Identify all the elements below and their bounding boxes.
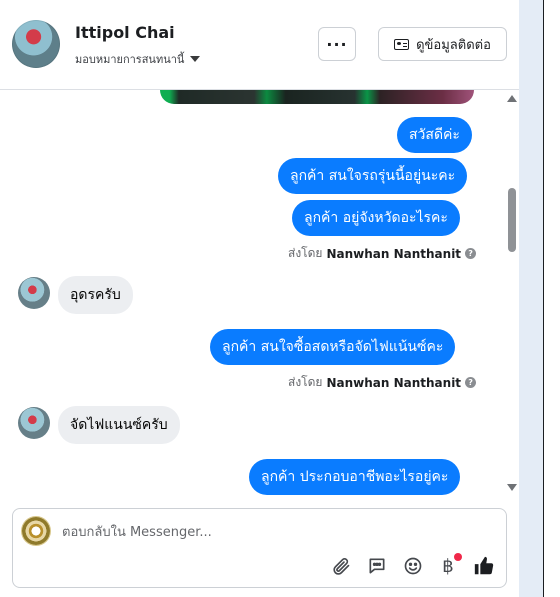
baht-icon[interactable]: ฿ bbox=[436, 553, 462, 578]
contact-avatar[interactable] bbox=[12, 20, 60, 68]
assign-conversation-dropdown[interactable]: มอบหมายการสนทนานี้ bbox=[75, 50, 201, 68]
sent-by-name: Nanwhan Nanthanit bbox=[326, 375, 462, 390]
contact-avatar-small[interactable] bbox=[18, 277, 50, 309]
sent-by-name: Nanwhan Nanthanit bbox=[326, 246, 462, 261]
info-icon[interactable]: ? bbox=[465, 377, 477, 388]
caret-down-icon bbox=[190, 56, 201, 62]
assign-label: มอบหมายการสนทนานี้ bbox=[75, 53, 185, 66]
message-outgoing[interactable]: ลูกค้า อยู่จังหวัดอะไรคะ bbox=[292, 200, 460, 236]
sent-by-label: ส่งโดย Nanwhan Nanthanit ? bbox=[288, 373, 477, 392]
message-outgoing[interactable]: ลูกค้า ประกอบอาชีพอะไรอยู่คะ bbox=[249, 459, 461, 495]
paperclip-icon[interactable] bbox=[329, 554, 353, 578]
reply-input[interactable] bbox=[62, 523, 482, 541]
scroll-down-arrow[interactable] bbox=[507, 484, 517, 491]
message-outgoing[interactable]: ลูกค้า สนใจรถรุ่นนี้อยู่นะคะ bbox=[278, 158, 468, 194]
outer-scroll-region bbox=[544, 0, 560, 597]
sent-by-prefix: ส่งโดย bbox=[288, 375, 323, 389]
view-contact-info-label: ดูข้อมูลติดต่อ bbox=[416, 37, 491, 53]
message-incoming[interactable]: จัดไฟแนนซ์ครับ bbox=[58, 406, 180, 444]
notification-dot bbox=[454, 553, 462, 561]
conversation-panel: Ittipol Chai มอบหมายการสนทนานี้ ··· ดูข้… bbox=[0, 0, 519, 597]
message-list[interactable]: สวัสดีค่ะ ลูกค้า สนใจรถรุ่นนี้อยู่นะคะ ล… bbox=[0, 90, 519, 497]
right-background-strip bbox=[519, 0, 560, 597]
scroll-up-arrow[interactable] bbox=[507, 95, 517, 102]
view-contact-info-button[interactable]: ดูข้อมูลติดต่อ bbox=[378, 27, 507, 61]
conversation-header: Ittipol Chai มอบหมายการสนทนานี้ ··· ดูข้… bbox=[0, 0, 519, 90]
contact-card-icon bbox=[394, 38, 410, 50]
baht-symbol: ฿ bbox=[442, 555, 454, 577]
emoji-icon[interactable] bbox=[401, 554, 425, 578]
sent-by-prefix: ส่งโดย bbox=[288, 246, 323, 260]
thumbs-up-icon[interactable] bbox=[472, 554, 496, 578]
scrollbar-thumb[interactable] bbox=[508, 188, 516, 252]
image-attachment[interactable] bbox=[160, 90, 474, 104]
page-avatar bbox=[22, 517, 50, 545]
reply-composer: ฿ bbox=[12, 508, 507, 588]
more-options-button[interactable]: ··· bbox=[318, 27, 356, 61]
contact-avatar-small[interactable] bbox=[18, 407, 50, 439]
message-outgoing[interactable]: ลูกค้า สนใจซื้อสดหรือจัดไฟแน้นซ์คะ bbox=[210, 329, 456, 365]
message-outgoing[interactable]: สวัสดีค่ะ bbox=[397, 117, 472, 153]
chat-bubble-icon[interactable] bbox=[365, 554, 389, 578]
message-incoming[interactable]: อุดรครับ bbox=[58, 276, 133, 314]
contact-name[interactable]: Ittipol Chai bbox=[75, 23, 175, 42]
sent-by-label: ส่งโดย Nanwhan Nanthanit ? bbox=[288, 244, 477, 263]
info-icon[interactable]: ? bbox=[465, 248, 477, 259]
